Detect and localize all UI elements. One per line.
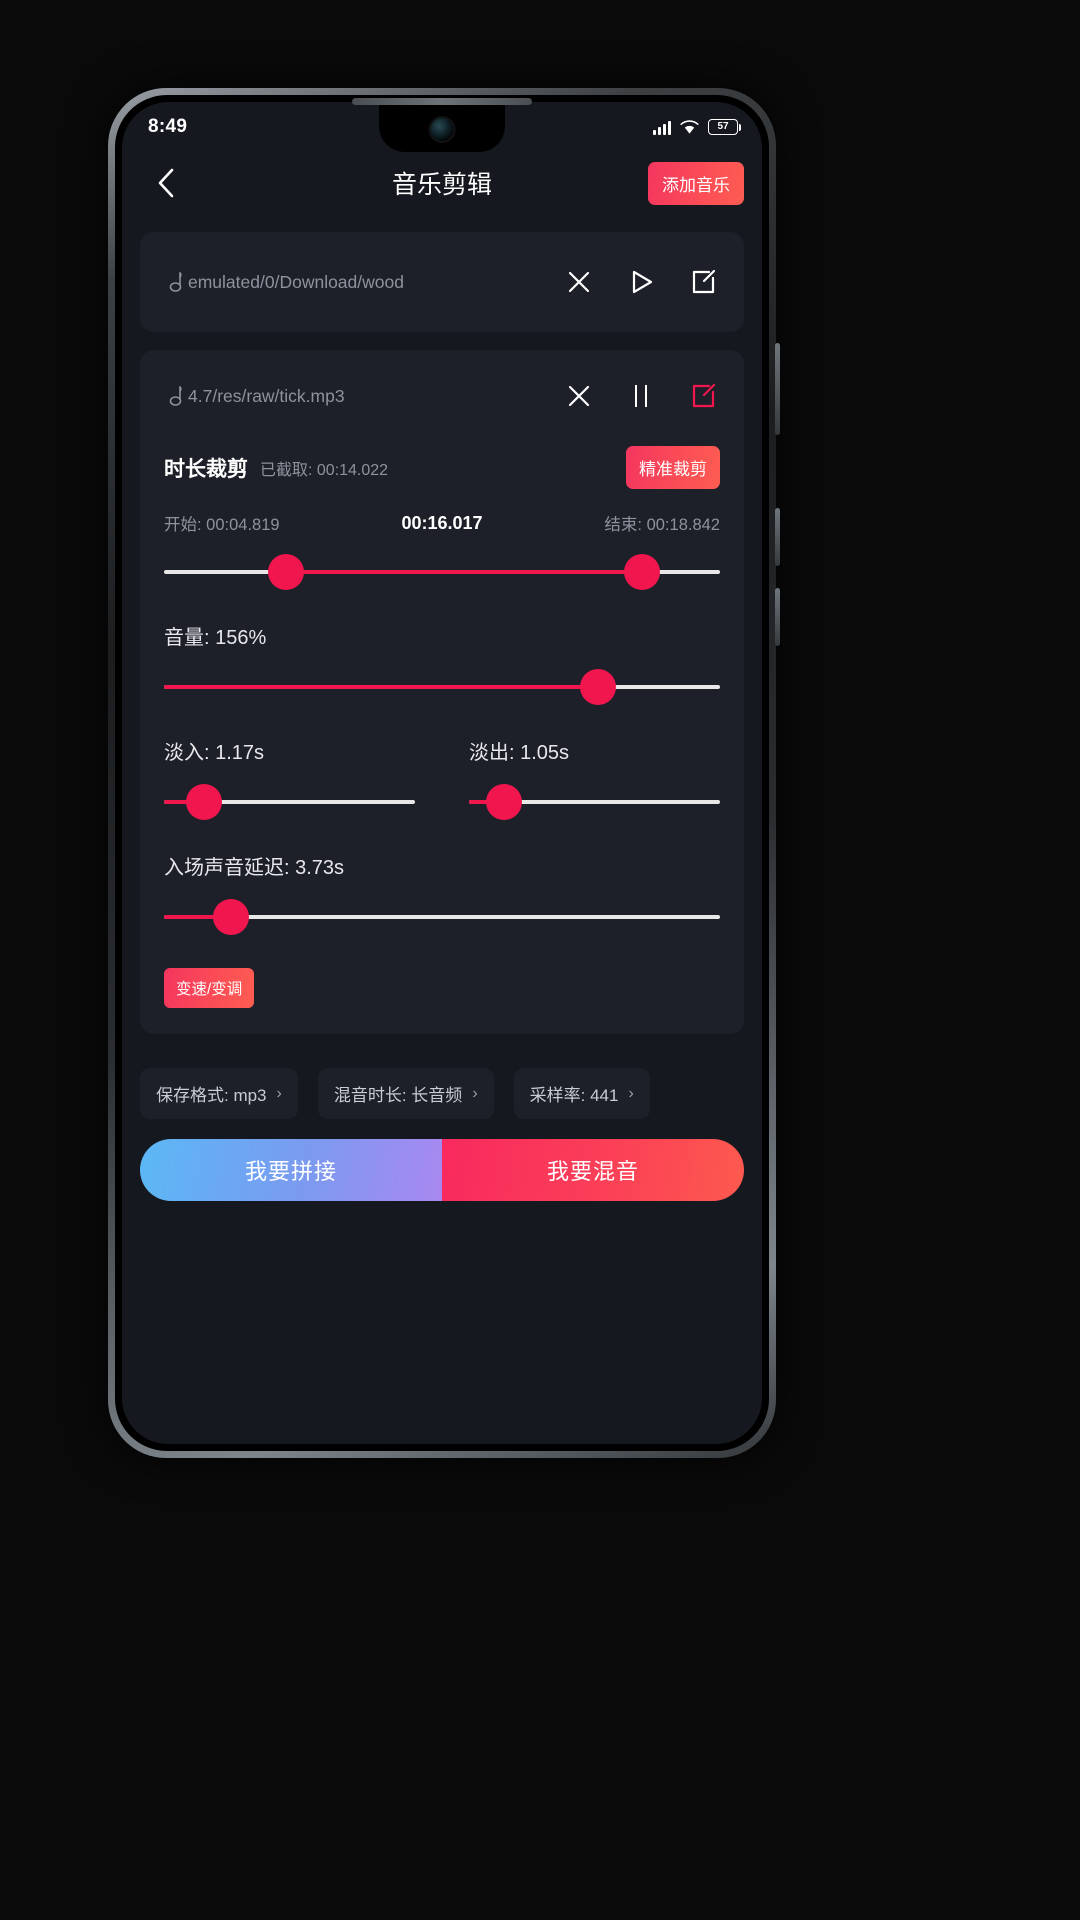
app-header: 音乐剪辑 添加音乐: [122, 152, 762, 214]
chip-sample-rate[interactable]: 采样率: 441 ›: [513, 1068, 650, 1119]
trim-start-thumb[interactable]: [268, 554, 305, 590]
content-area: emulated/0/Download/wood 4.7/res/raw/tic…: [122, 232, 762, 1034]
trim-end-time: 结束: 00:18.842: [604, 516, 720, 534]
trim-slider-fill: [286, 570, 643, 574]
trim-title: 时长裁剪: [164, 457, 248, 481]
trim-current-time: 00:16.017: [401, 512, 483, 533]
battery-icon: 57: [708, 119, 741, 135]
audio-track-card-2: 4.7/res/raw/tick.mp3 时长裁剪 已截取: 00:14.022…: [140, 350, 744, 1034]
speed-pitch-button[interactable]: 变速/变调: [164, 968, 255, 1008]
phone-device-frame: 8:49 57 音乐剪辑 添加音乐 emulated/0/Download/wo…: [108, 88, 780, 1458]
signal-bars-icon: [653, 120, 671, 135]
volume-up-button[interactable]: [775, 508, 780, 566]
volume-label: 音量: 156%: [164, 627, 267, 649]
bottom-action-bar: 我要拼接 我要混音: [140, 1139, 744, 1201]
trim-time-row: 开始: 00:04.819 00:16.017 结束: 00:18.842: [164, 511, 720, 535]
fade-in-slider[interactable]: [164, 779, 415, 825]
chip-save-format[interactable]: 保存格式: mp3 ›: [140, 1068, 298, 1119]
fade-out-slider-thumb[interactable]: [486, 784, 523, 820]
fade-out-label: 淡出: 1.05s: [469, 742, 570, 764]
track-actions-1: [562, 265, 720, 299]
chevron-right-icon: ›: [276, 1084, 282, 1102]
chevron-right-icon: ›: [628, 1084, 634, 1102]
mix-audio-button[interactable]: 我要混音: [442, 1139, 744, 1201]
chip-mix-duration-label: 混音时长: 长音频: [333, 1086, 463, 1105]
fade-row: 淡入: 1.17s 淡出: 1.05s: [164, 710, 720, 825]
battery-level: 57: [717, 121, 729, 132]
chip-mix-duration[interactable]: 混音时长: 长音频 ›: [317, 1068, 494, 1119]
track-header-2: 4.7/res/raw/tick.mp3: [164, 350, 720, 442]
front-camera-icon: [430, 118, 454, 141]
chip-sample-rate-label: 采样率: 441: [529, 1086, 619, 1105]
power-button[interactable]: [775, 343, 780, 435]
fade-in-label: 淡入: 1.17s: [164, 742, 265, 764]
track-path-2: 4.7/res/raw/tick.mp3: [188, 385, 345, 406]
fade-in-slider-thumb[interactable]: [186, 784, 223, 820]
delay-slider-thumb[interactable]: [212, 899, 249, 935]
edit-icon[interactable]: [686, 265, 720, 299]
close-icon[interactable]: [562, 379, 596, 413]
precise-trim-button[interactable]: 精准裁剪: [626, 446, 720, 489]
trim-header: 时长裁剪 已截取: 00:14.022 精准裁剪: [164, 446, 720, 489]
close-icon[interactable]: [562, 265, 596, 299]
volume-slider-fill: [164, 685, 598, 689]
music-note-icon: [164, 271, 186, 293]
trim-end-thumb[interactable]: [624, 554, 661, 590]
track-path-1: emulated/0/Download/wood: [188, 271, 404, 292]
volume-slider[interactable]: [164, 664, 720, 710]
settings-chip-row: 保存格式: mp3 › 混音时长: 长音频 › 采样率: 441 ›: [122, 1068, 762, 1119]
screenshot-root: 8:49 57 音乐剪辑 添加音乐 emulated/0/Download/wo…: [0, 0, 1080, 1920]
fade-in-group: 淡入: 1.17s: [164, 710, 415, 825]
earpiece-speaker: [352, 98, 532, 105]
volume-slider-thumb[interactable]: [579, 669, 616, 705]
play-icon[interactable]: [624, 265, 658, 299]
delay-slider[interactable]: [164, 894, 720, 940]
chevron-left-icon: [158, 168, 174, 198]
audio-track-card-1: emulated/0/Download/wood: [140, 232, 744, 332]
trim-start-time: 开始: 00:04.819: [164, 516, 280, 534]
join-audio-button[interactable]: 我要拼接: [140, 1139, 442, 1201]
trim-range-slider[interactable]: [164, 549, 720, 595]
chip-save-format-label: 保存格式: mp3: [156, 1086, 267, 1105]
volume-down-button[interactable]: [775, 588, 780, 646]
back-button[interactable]: [144, 161, 188, 205]
phone-screen: 8:49 57 音乐剪辑 添加音乐 emulated/0/Download/wo…: [122, 102, 762, 1444]
add-music-button[interactable]: 添加音乐: [648, 161, 744, 205]
fade-out-group: 淡出: 1.05s: [469, 710, 720, 825]
music-note-icon: [164, 385, 186, 407]
status-time: 8:49: [148, 116, 188, 137]
status-icons: 57: [653, 119, 741, 135]
track-actions-2: [562, 379, 720, 413]
delay-label: 入场声音延迟: 3.73s: [164, 857, 345, 879]
pause-icon[interactable]: [624, 379, 658, 413]
edit-icon[interactable]: [686, 379, 720, 413]
trim-captured-label: 已截取: 00:14.022: [260, 461, 389, 479]
chevron-right-icon: ›: [472, 1084, 478, 1102]
wifi-icon: [680, 119, 699, 135]
fade-out-slider[interactable]: [469, 779, 720, 825]
phone-bezel: 8:49 57 音乐剪辑 添加音乐 emulated/0/Download/wo…: [115, 95, 769, 1451]
